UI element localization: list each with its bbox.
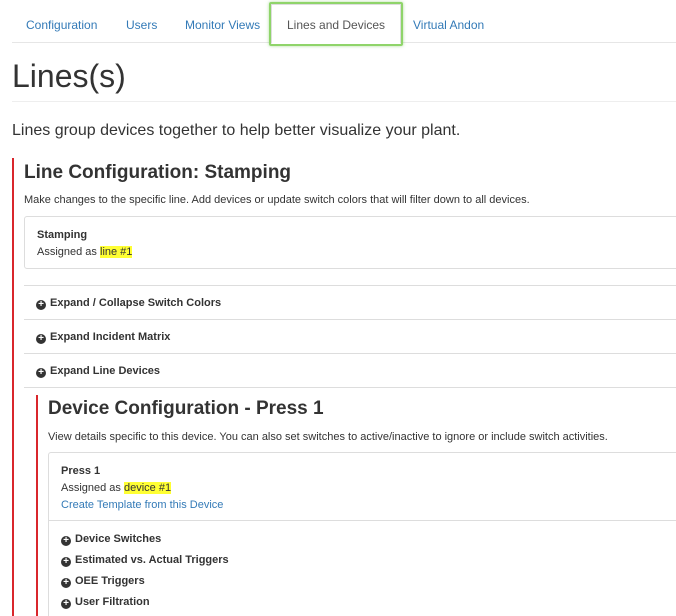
- create-template-link[interactable]: Create Template from this Device: [61, 499, 223, 511]
- expand-line-devices[interactable]: + Expand Line Devices: [24, 354, 676, 388]
- line-accent-bar: [12, 158, 14, 616]
- line-config-title: Line Configuration: Stamping: [24, 162, 292, 183]
- page-intro: Lines group devices together to help bet…: [12, 122, 461, 139]
- user-filtration-toggle[interactable]: + User Filtration: [61, 596, 150, 609]
- line-assigned-prefix: Assigned as: [37, 246, 97, 258]
- expander-label: Expand Incident Matrix: [50, 331, 171, 343]
- line-assignment: Assigned as line #1: [37, 246, 133, 258]
- page-title: Lines(s): [12, 58, 126, 94]
- plus-circle-icon: +: [36, 300, 46, 310]
- device-config-title: Device Configuration - Press 1: [48, 398, 324, 419]
- line-info-panel: Stamping Assigned as line #1: [24, 216, 676, 269]
- line-expanders: + Expand / Collapse Switch Colors + Expand…: [24, 285, 676, 388]
- oee-triggers-toggle[interactable]: + OEE Triggers: [61, 575, 145, 588]
- plus-circle-icon: +: [61, 557, 71, 567]
- tab-virtual-andon[interactable]: Virtual Andon: [413, 18, 484, 32]
- device-switches-toggle[interactable]: + Device Switches: [61, 533, 161, 546]
- estimated-vs-actual-toggle[interactable]: + Estimated vs. Actual Triggers: [61, 554, 229, 567]
- device-panel-divider: [49, 520, 676, 521]
- device-section-label: Device Switches: [75, 533, 162, 545]
- expander-label: Expand / Collapse Switch Colors: [50, 297, 222, 309]
- plus-circle-icon: +: [36, 334, 46, 344]
- plus-circle-icon: +: [61, 578, 71, 588]
- plus-circle-icon: +: [61, 599, 71, 609]
- line-assigned-value: line #1: [100, 246, 133, 258]
- device-info-panel: Press 1 Assigned as device #1 Create Tem…: [48, 452, 676, 616]
- title-divider: [12, 101, 676, 102]
- device-name: Press 1: [61, 465, 101, 477]
- device-assigned-prefix: Assigned as: [61, 482, 121, 494]
- plus-circle-icon: +: [36, 368, 46, 378]
- tab-lines-and-devices[interactable]: Lines and Devices: [271, 4, 402, 44]
- expander-label: Expand Line Devices: [50, 365, 161, 377]
- tab-users[interactable]: Users: [126, 18, 157, 32]
- device-config-description: View details specific to this device. Yo…: [48, 431, 608, 443]
- expand-incident-matrix[interactable]: + Expand Incident Matrix: [24, 320, 676, 354]
- tab-configuration[interactable]: Configuration: [26, 18, 97, 32]
- line-name: Stamping: [37, 229, 88, 241]
- expand-switch-colors[interactable]: + Expand / Collapse Switch Colors: [24, 286, 676, 320]
- line-config-description: Make changes to the specific line. Add d…: [24, 194, 530, 206]
- plus-circle-icon: +: [61, 536, 71, 546]
- tab-monitor-views[interactable]: Monitor Views: [185, 18, 260, 32]
- device-section-label: User Filtration: [75, 596, 150, 608]
- device-assigned-value: device #1: [124, 482, 172, 494]
- nav-tabs: Configuration Users Monitor Views Lines …: [12, 0, 676, 44]
- device-section-label: OEE Triggers: [75, 575, 145, 587]
- device-assignment: Assigned as device #1: [61, 482, 172, 494]
- device-section-label: Estimated vs. Actual Triggers: [75, 554, 229, 566]
- device-accent-bar: [36, 395, 38, 616]
